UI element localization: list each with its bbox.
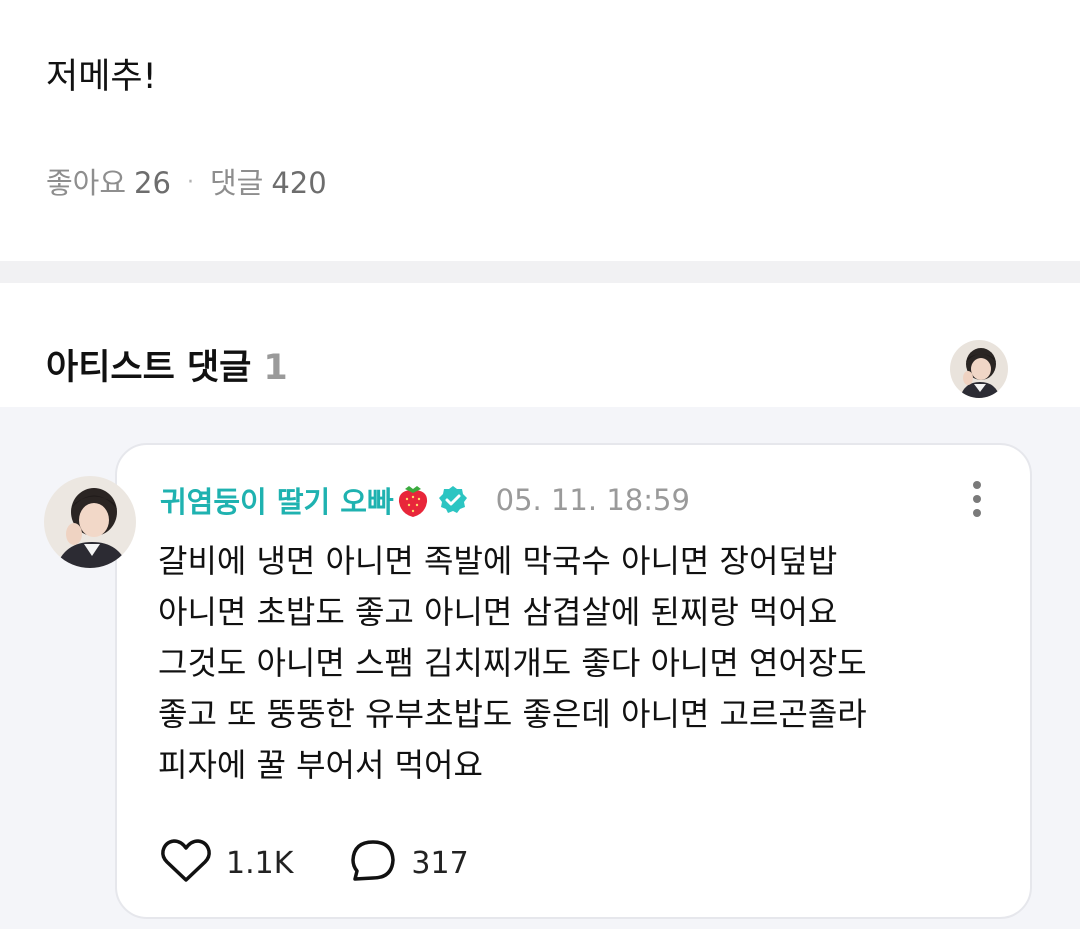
comment-author-row: 귀염둥이 딸기 오빠 05. 11. 18:59 bbox=[160, 478, 690, 522]
comments-label[interactable]: 댓글 bbox=[210, 163, 263, 203]
verified-badge-icon bbox=[438, 485, 468, 515]
heart-icon bbox=[160, 838, 212, 888]
page: 저메추! 좋아요 26 · 댓글 420 아티스트 댓글 1 귀염둥이 딸기 오… bbox=[0, 0, 1080, 929]
reply-count: 317 bbox=[411, 845, 469, 881]
likes-label[interactable]: 좋아요 bbox=[46, 163, 126, 203]
comment-actions: 1.1K 317 bbox=[160, 838, 525, 888]
comment-timestamp: 05. 11. 18:59 bbox=[495, 483, 690, 517]
section-divider bbox=[0, 261, 1080, 283]
comment-body: 갈비에 냉면 아니면 족발에 막국수 아니면 장어덮밥 아니면 초밥도 좋고 아… bbox=[158, 542, 867, 784]
comments-count[interactable]: 420 bbox=[271, 163, 326, 203]
comment-author-name[interactable]: 귀염둥이 딸기 오빠 bbox=[160, 479, 394, 521]
post-title: 저메추! bbox=[46, 57, 157, 97]
artist-comments-count: 1 bbox=[263, 348, 288, 388]
comment-author-avatar[interactable] bbox=[44, 476, 136, 568]
more-options-icon[interactable] bbox=[962, 478, 992, 520]
reply-bubble-icon bbox=[349, 838, 397, 888]
artist-comments-title: 아티스트 댓글 bbox=[46, 348, 252, 388]
like-count: 1.1K bbox=[226, 845, 294, 881]
strawberry-icon bbox=[396, 482, 430, 518]
artist-avatar-icon[interactable] bbox=[950, 340, 1008, 398]
reply-button[interactable]: 317 bbox=[349, 838, 469, 888]
post-stats: 좋아요 26 · 댓글 420 bbox=[46, 163, 327, 203]
stats-separator: · bbox=[186, 170, 194, 195]
likes-count[interactable]: 26 bbox=[134, 163, 171, 203]
like-button[interactable]: 1.1K bbox=[160, 838, 293, 888]
artist-comments-heading: 아티스트 댓글 1 bbox=[46, 343, 288, 393]
